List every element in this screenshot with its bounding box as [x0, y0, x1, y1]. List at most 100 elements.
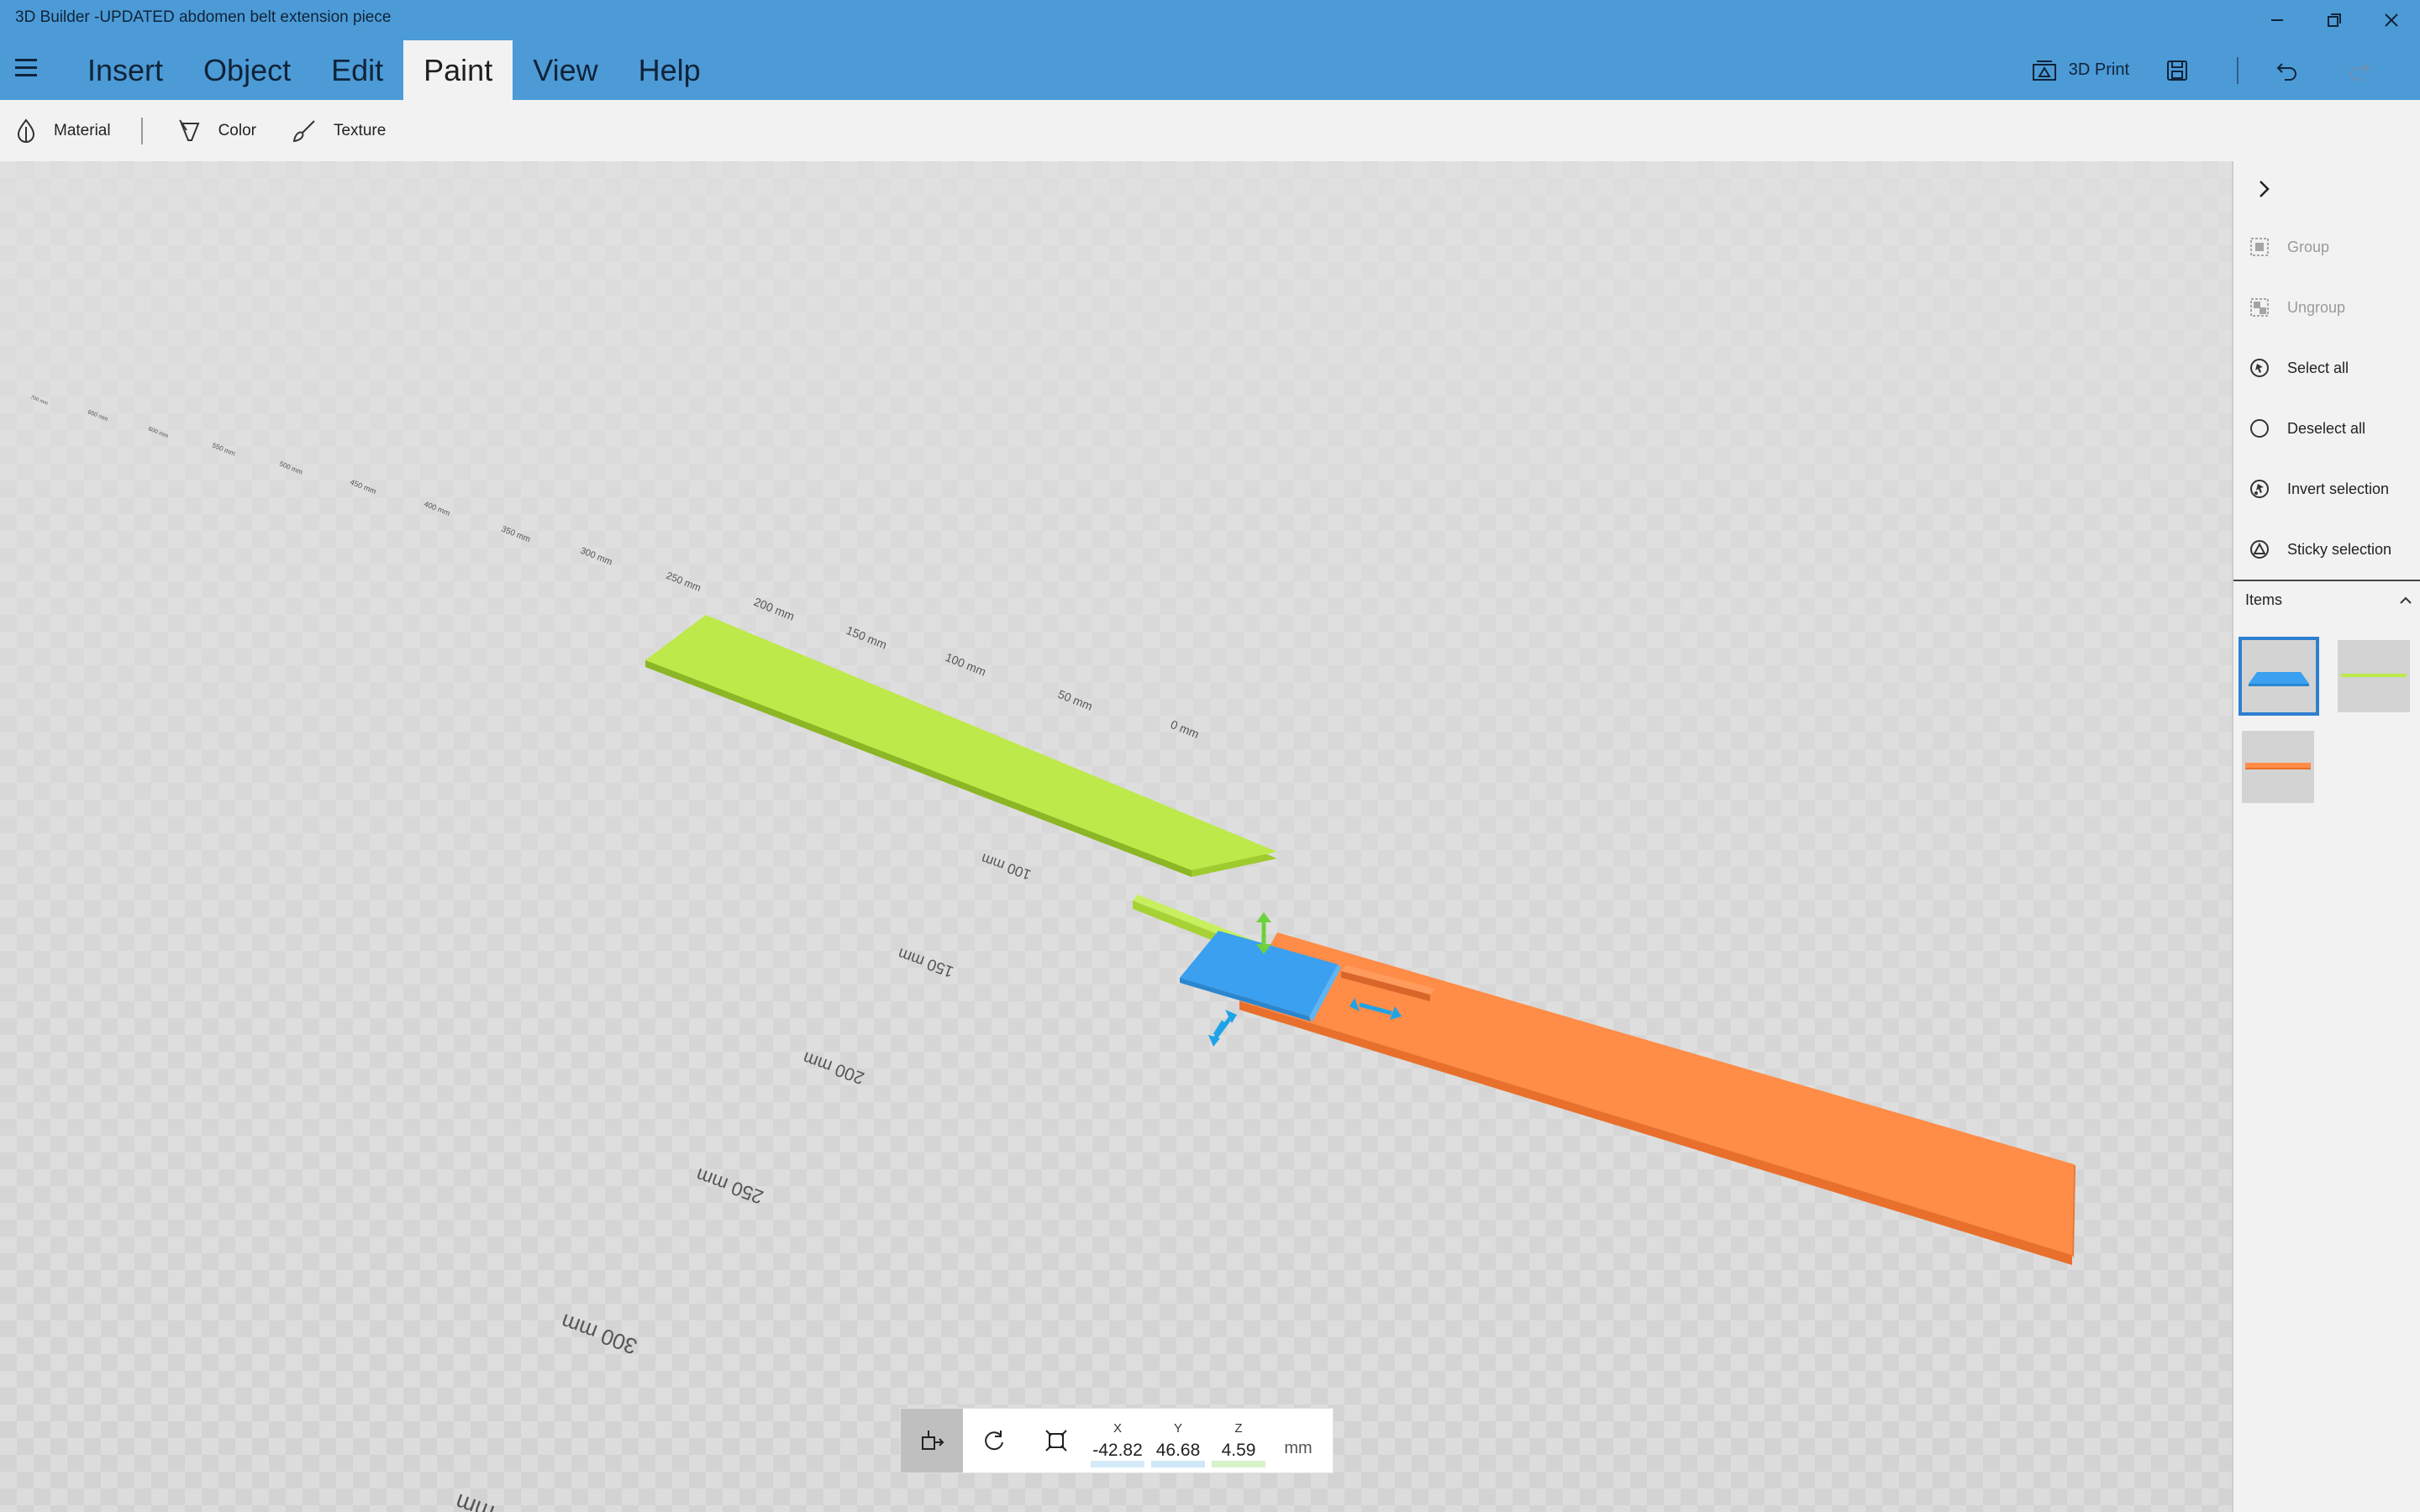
select-all-button[interactable]: Select all	[2233, 338, 2420, 398]
scale-icon	[1045, 1430, 1067, 1452]
color-button[interactable]: Color	[178, 118, 256, 144]
ruler-x-label: 650 mm	[87, 409, 108, 423]
z-label: Z	[1234, 1420, 1243, 1436]
y-coordinate-field[interactable]: Y 46.68	[1148, 1409, 1208, 1473]
sticky-selection-icon	[2250, 540, 2269, 559]
scale-tool-button[interactable]	[1025, 1409, 1087, 1473]
invert-selection-label: Invert selection	[2287, 480, 2390, 497]
color-label: Color	[218, 121, 256, 139]
ungroup-icon	[2250, 298, 2269, 317]
green-part-preview	[2341, 674, 2407, 677]
title-bar: 3D Builder -UPDATED abdomen belt extensi…	[0, 0, 2420, 100]
y-label: Y	[1173, 1420, 1182, 1436]
menu-help[interactable]: Help	[618, 40, 721, 100]
select-all-label: Select all	[2287, 359, 2349, 376]
printer-icon	[2032, 60, 2056, 81]
toolbar-separator	[140, 117, 143, 144]
item-thumbnail-blue[interactable]	[2238, 637, 2319, 716]
rotate-tool-button[interactable]	[963, 1409, 1025, 1473]
restore-icon	[2328, 13, 2341, 27]
invert-selection-button[interactable]: Invert selection	[2233, 459, 2420, 519]
paint-toolbar: Material Color Texture	[0, 100, 2420, 161]
material-label: Material	[54, 121, 111, 139]
move-icon	[922, 1431, 944, 1450]
3d-print-label: 3D Print	[2068, 60, 2129, 79]
redo-icon	[2350, 62, 2370, 81]
collapse-panel-button[interactable]	[2255, 178, 2272, 204]
z-axis-indicator	[1212, 1461, 1265, 1467]
save-button[interactable]	[2166, 60, 2200, 81]
undo-icon	[2276, 62, 2296, 81]
close-button[interactable]	[2363, 0, 2420, 40]
3d-print-button[interactable]: 3D Print	[2032, 60, 2129, 81]
ruler-x-label: 100 mm	[944, 650, 988, 679]
x-value: -42.82	[1092, 1440, 1143, 1460]
ruler-y-label: 150 mm	[896, 944, 956, 980]
x-axis-indicator	[1091, 1461, 1144, 1467]
droplet-icon	[17, 118, 35, 143]
close-icon	[2385, 13, 2398, 27]
ruler-x-label: 250 mm	[665, 570, 702, 594]
ruler-x-label: 550 mm	[211, 442, 236, 458]
ruler-y-label: 250 mm	[693, 1164, 766, 1209]
item-thumbnail-green[interactable]	[2338, 640, 2410, 712]
z-value: 4.59	[1221, 1440, 1256, 1460]
group-icon	[2250, 238, 2269, 256]
brush-icon	[292, 119, 315, 142]
group-button[interactable]: Group	[2233, 217, 2420, 277]
menu-object[interactable]: Object	[183, 40, 311, 100]
window-controls	[2249, 0, 2420, 40]
undo-button[interactable]	[2275, 59, 2311, 82]
main-menu: Insert Object Edit Paint View Help	[67, 40, 721, 100]
ruler-x-label: 300 mm	[579, 546, 613, 568]
hamburger-menu-icon[interactable]	[15, 59, 39, 76]
z-coordinate-field[interactable]: Z 4.59	[1208, 1409, 1269, 1473]
rotate-icon	[985, 1431, 1003, 1451]
scene-canvas: 0 mm 50 mm 100 mm 150 mm 200 mm 250 mm 3…	[29, 395, 2075, 1512]
orange-belt-part[interactable]	[1239, 932, 2075, 1265]
ruler-x-label: 700 mm	[29, 395, 48, 407]
move-tool-button[interactable]	[901, 1409, 963, 1473]
ruler-y-label: mm	[452, 1488, 497, 1512]
menu-paint[interactable]: Paint	[403, 40, 513, 100]
minimize-button[interactable]	[2249, 0, 2306, 40]
ruler-x-label: 500 mm	[278, 460, 303, 476]
ruler-x-label: 350 mm	[500, 525, 532, 545]
transform-panel: X -42.82 Y 46.68 Z 4.59 mm	[900, 1408, 1334, 1473]
sticky-selection-button[interactable]: Sticky selection	[2233, 519, 2420, 580]
ruler-y-label: 300 mm	[558, 1309, 641, 1359]
menu-insert[interactable]: Insert	[67, 40, 183, 100]
toolbar-separator	[2237, 56, 2238, 84]
item-thumbnail-orange[interactable]	[2242, 731, 2314, 803]
blue-part-preview	[2249, 672, 2309, 686]
ungroup-label: Ungroup	[2287, 298, 2346, 316]
select-all-icon	[2250, 359, 2269, 377]
ruler-y-label: 100 mm	[979, 850, 1033, 883]
deselect-all-label: Deselect all	[2287, 419, 2366, 437]
ruler-x: 0 mm 50 mm 100 mm 150 mm 200 mm 250 mm 3…	[29, 395, 1201, 741]
items-section-header[interactable]: Items	[2245, 591, 2413, 609]
3d-viewport[interactable]: 0 mm 50 mm 100 mm 150 mm 200 mm 250 mm 3…	[0, 161, 2232, 1512]
redo-button[interactable]	[2348, 59, 2383, 82]
unit-label[interactable]: mm	[1269, 1424, 1328, 1473]
right-panel: Group Ungroup Select all Deselect all In…	[2232, 161, 2420, 1512]
paint-bucket-icon	[178, 118, 200, 141]
menu-edit[interactable]: Edit	[311, 40, 403, 100]
deselect-all-icon	[2250, 419, 2269, 438]
ruler-x-label: 200 mm	[752, 595, 797, 623]
ungroup-button[interactable]: Ungroup	[2233, 277, 2420, 338]
sticky-selection-label: Sticky selection	[2287, 540, 2392, 558]
restore-button[interactable]	[2306, 0, 2363, 40]
texture-button[interactable]: Texture	[292, 118, 386, 144]
deselect-all-button[interactable]: Deselect all	[2233, 398, 2420, 459]
menu-view[interactable]: View	[513, 40, 618, 100]
x-coordinate-field[interactable]: X -42.82	[1087, 1409, 1148, 1473]
x-label: X	[1113, 1420, 1122, 1436]
invert-selection-icon	[2250, 480, 2269, 498]
ruler-x-label: 450 mm	[349, 478, 377, 496]
top-right-actions: 3D Print	[2032, 40, 2420, 100]
material-button[interactable]: Material	[15, 118, 111, 144]
texture-label: Texture	[333, 121, 387, 139]
ruler-x-label: 0 mm	[1169, 717, 1201, 741]
panel-divider	[2233, 580, 2420, 581]
